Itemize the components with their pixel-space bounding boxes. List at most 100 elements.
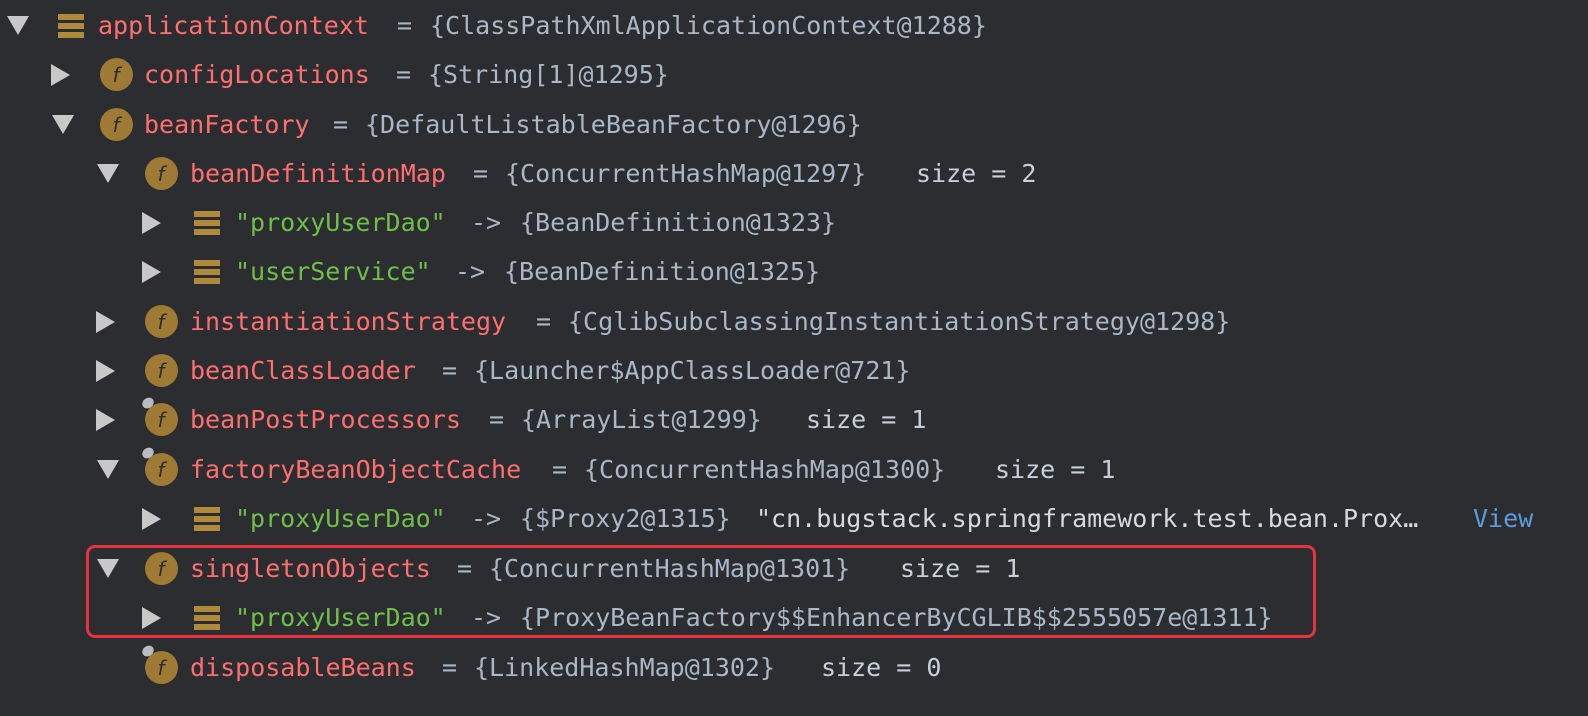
variable-value: {Launcher$AppClassLoader@721} (474, 356, 911, 385)
map-entry-icon (190, 494, 224, 543)
triangle-down-icon (97, 164, 119, 183)
expand-toggle[interactable] (136, 198, 166, 247)
triangle-right-icon (141, 507, 161, 530)
variable-value: {ConcurrentHashMap@1300} (584, 455, 946, 484)
entry-value: {ProxyBeanFactory$$EnhancerByCGLIB$$2555… (520, 603, 1273, 632)
tree-row-map-entry[interactable]: "proxyUserDao" -> {ProxyBeanFactory$$Enh… (0, 593, 1588, 642)
triangle-down-icon (97, 559, 119, 578)
tree-row-applicationContext[interactable]: applicationContext = {ClassPathXmlApplic… (0, 1, 1588, 50)
entry-key: "proxyUserDao" (235, 208, 446, 237)
tree-row-map-entry[interactable]: "proxyUserDao" -> {BeanDefinition@1323} (0, 198, 1588, 247)
size-label: size = 1 (900, 554, 1021, 583)
arrow-sign: -> (471, 504, 502, 533)
tree-row-beanFactory[interactable]: f beanFactory = {DefaultListableBeanFact… (0, 100, 1588, 149)
equals-sign: = (442, 653, 458, 682)
field-icon: f (99, 50, 133, 99)
variable-name: applicationContext (98, 11, 369, 40)
triangle-right-icon (141, 606, 161, 629)
variable-name: beanPostProcessors (190, 405, 461, 434)
triangle-right-icon (95, 310, 115, 333)
triangle-right-icon (141, 211, 161, 234)
size-label: size = 2 (916, 159, 1037, 188)
variable-name: beanFactory (144, 110, 310, 139)
tree-row-map-entry[interactable]: "userService" -> {BeanDefinition@1325} (0, 247, 1588, 296)
map-entry-icon (190, 247, 224, 296)
equals-sign: = (489, 405, 505, 434)
variable-name: singletonObjects (190, 554, 431, 583)
variable-name: factoryBeanObjectCache (190, 455, 522, 484)
tree-row-beanDefinitionMap[interactable]: f beanDefinitionMap = {ConcurrentHashMap… (0, 149, 1588, 198)
tree-row-map-entry[interactable]: "proxyUserDao" -> {$Proxy2@1315} "cn.bug… (0, 494, 1588, 543)
view-link[interactable]: View (1473, 494, 1533, 543)
tree-row-disposableBeans[interactable]: f disposableBeans = {LinkedHashMap@1302}… (0, 643, 1588, 692)
triangle-down-icon (52, 115, 74, 134)
variable-name: instantiationStrategy (190, 307, 507, 336)
variable-value: {ArrayList@1299} (521, 405, 762, 434)
variable-value: {LinkedHashMap@1302} (474, 653, 776, 682)
pinned-field-icon: f (144, 643, 178, 692)
equals-sign: = (473, 159, 489, 188)
expand-toggle[interactable] (136, 494, 166, 543)
entry-key: "proxyUserDao" (235, 603, 446, 632)
tree-row-beanClassLoader[interactable]: f beanClassLoader = {Launcher$AppClassLo… (0, 346, 1588, 395)
equals-sign: = (442, 356, 458, 385)
collapse-toggle[interactable] (93, 445, 123, 494)
triangle-right-icon (95, 359, 115, 382)
debugger-variables-tree: applicationContext = {ClassPathXmlApplic… (0, 0, 1588, 716)
variable-value: {CglibSubclassingInstantiationStrategy@1… (568, 307, 1231, 336)
map-entry-icon (190, 198, 224, 247)
expand-toggle[interactable] (45, 50, 75, 99)
map-entry-icon (190, 593, 224, 642)
expand-toggle[interactable] (136, 593, 166, 642)
variable-name: disposableBeans (190, 653, 416, 682)
variable-value: {ClassPathXmlApplicationContext@1288} (430, 11, 987, 40)
collapse-toggle[interactable] (3, 1, 33, 50)
arrow-sign: -> (455, 257, 486, 286)
object-entry-icon (54, 1, 88, 50)
entry-value: {BeanDefinition@1325} (504, 257, 821, 286)
entry-value: {$Proxy2@1315} (520, 504, 731, 533)
collapse-toggle[interactable] (93, 149, 123, 198)
tree-row-beanPostProcessors[interactable]: f beanPostProcessors = {ArrayList@1299} … (0, 395, 1588, 444)
entry-tostring: "cn.bugstack.springframework.test.bean.P… (756, 504, 1419, 533)
variable-value: {String[1]@1295} (428, 60, 669, 89)
entry-key: "proxyUserDao" (235, 504, 446, 533)
entry-value: {BeanDefinition@1323} (520, 208, 837, 237)
tree-row-instantiationStrategy[interactable]: f instantiationStrategy = {CglibSubclass… (0, 297, 1588, 346)
equals-sign: = (457, 554, 473, 583)
entry-key: "userService" (235, 257, 431, 286)
field-icon: f (99, 100, 133, 149)
tree-row-factoryBeanObjectCache[interactable]: f factoryBeanObjectCache = {ConcurrentHa… (0, 445, 1588, 494)
collapse-toggle[interactable] (93, 544, 123, 593)
arrow-sign: -> (471, 208, 502, 237)
pinned-field-icon: f (144, 445, 178, 494)
tree-row-singletonObjects[interactable]: f singletonObjects = {ConcurrentHashMap@… (0, 544, 1588, 593)
variable-value: {DefaultListableBeanFactory@1296} (365, 110, 862, 139)
equals-sign: = (397, 11, 413, 40)
size-label: size = 1 (806, 405, 927, 434)
expand-toggle[interactable] (90, 346, 120, 395)
field-icon: f (144, 149, 178, 198)
field-icon: f (144, 346, 178, 395)
variable-value: {ConcurrentHashMap@1297} (505, 159, 867, 188)
triangle-right-icon (95, 408, 115, 431)
equals-sign: = (333, 110, 349, 139)
variable-name: beanDefinitionMap (190, 159, 446, 188)
size-label: size = 1 (995, 455, 1116, 484)
tree-row-configLocations[interactable]: f configLocations = {String[1]@1295} (0, 50, 1588, 99)
equals-sign: = (552, 455, 568, 484)
expand-toggle[interactable] (90, 297, 120, 346)
field-icon: f (144, 297, 178, 346)
collapse-toggle[interactable] (48, 100, 78, 149)
pinned-field-icon: f (144, 395, 178, 444)
expand-toggle[interactable] (136, 247, 166, 296)
size-label: size = 0 (821, 653, 942, 682)
triangle-right-icon (50, 63, 70, 86)
triangle-down-icon (7, 16, 29, 35)
variable-value: {ConcurrentHashMap@1301} (489, 554, 851, 583)
expand-toggle[interactable] (90, 395, 120, 444)
variable-name: beanClassLoader (190, 356, 416, 385)
field-icon: f (144, 544, 178, 593)
equals-sign: = (396, 60, 412, 89)
triangle-right-icon (141, 260, 161, 283)
